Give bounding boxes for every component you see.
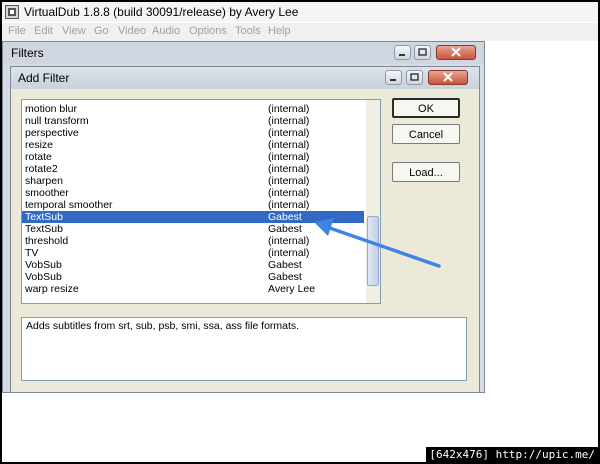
watermark: [642x476] http://upic.me/ [426,447,598,462]
annotation-arrow-icon [314,218,441,268]
screen: VirtualDub 1.8.8 (build 30091/release) b… [2,2,598,462]
